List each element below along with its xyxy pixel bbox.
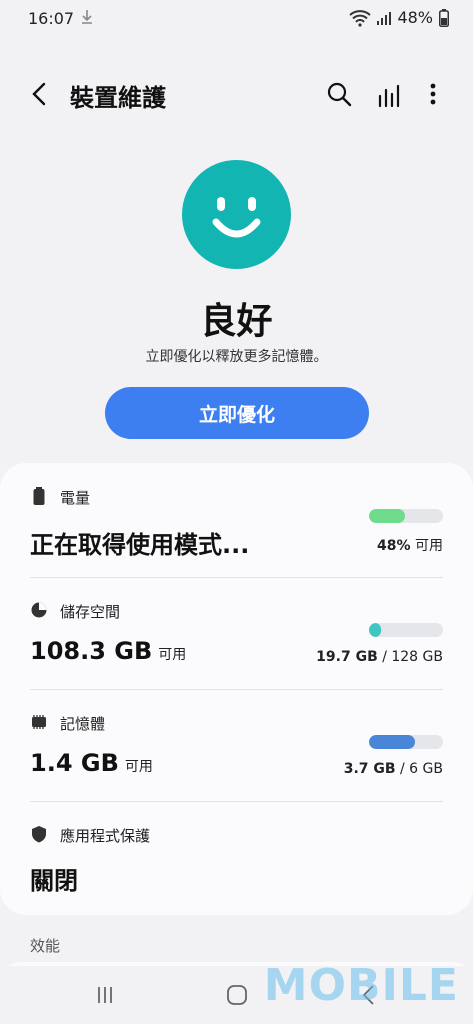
device-status: 良好 <box>200 301 273 342</box>
stats-icon[interactable] <box>374 78 404 110</box>
storage-value: 108.3 GB 可用 <box>30 637 187 665</box>
recent-apps-button[interactable] <box>94 984 116 1006</box>
storage-bar <box>369 623 443 637</box>
battery-icon <box>33 487 45 505</box>
memory-bar-fill <box>369 735 415 749</box>
divider <box>30 577 443 578</box>
smiley-face-icon <box>182 160 291 269</box>
download-icon <box>82 10 92 24</box>
battery-bar-fill <box>369 509 405 523</box>
memory-usage: 3.7 GB / 6 GB <box>343 761 443 777</box>
divider <box>30 689 443 690</box>
memory-value: 1.4 GB 可用 <box>30 749 153 777</box>
divider <box>30 801 443 802</box>
status-time: 16:07 <box>28 9 75 28</box>
signal-icon <box>377 11 392 25</box>
app-protection-label: 應用程式保護 <box>60 827 151 845</box>
storage-label: 儲存空間 <box>60 603 121 621</box>
pie-chart-icon <box>31 602 47 618</box>
battery-icon <box>439 8 449 27</box>
storage-bar-fill <box>369 623 381 637</box>
app-header: 裝置維護 <box>0 72 473 116</box>
more-options-icon[interactable] <box>418 78 448 110</box>
battery-label: 電量 <box>60 489 91 507</box>
battery-bar <box>369 509 443 523</box>
back-button[interactable] <box>26 78 56 110</box>
wifi-icon <box>349 9 372 27</box>
search-icon[interactable] <box>324 78 354 110</box>
battery-value: 正在取得使用模式... <box>30 531 250 559</box>
battery-available: 48% 可用 <box>377 538 443 554</box>
status-bar: 16:07 48% <box>0 0 473 36</box>
memory-label: 記憶體 <box>60 715 106 733</box>
section-header-performance: 效能 <box>30 937 61 955</box>
memory-chip-icon <box>32 715 46 729</box>
memory-bar <box>369 735 443 749</box>
maintenance-card: 電量 正在取得使用模式... 48% 可用 儲存空間 108.3 GB 可用 19… <box>0 463 473 915</box>
battery-row[interactable]: 電量 正在取得使用模式... 48% 可用 <box>30 487 443 577</box>
status-subtitle: 立即優化以釋放更多記憶體。 <box>145 349 328 365</box>
battery-percent: 48% <box>397 8 433 27</box>
storage-usage: 19.7 GB / 128 GB <box>316 649 443 665</box>
memory-row[interactable]: 記憶體 1.4 GB 可用 3.7 GB / 6 GB <box>30 713 443 803</box>
shield-icon <box>32 826 46 843</box>
watermark-logo: MOBILE <box>263 960 459 1011</box>
app-protection-value: 關閉 <box>30 867 78 895</box>
optimize-now-button[interactable]: 立即優化 <box>105 387 369 439</box>
page-title: 裝置維護 <box>70 84 166 112</box>
storage-row[interactable]: 儲存空間 108.3 GB 可用 19.7 GB / 128 GB <box>30 601 443 691</box>
app-protection-row[interactable]: 應用程式保護 關閉 <box>30 825 443 905</box>
home-button[interactable] <box>226 984 248 1006</box>
